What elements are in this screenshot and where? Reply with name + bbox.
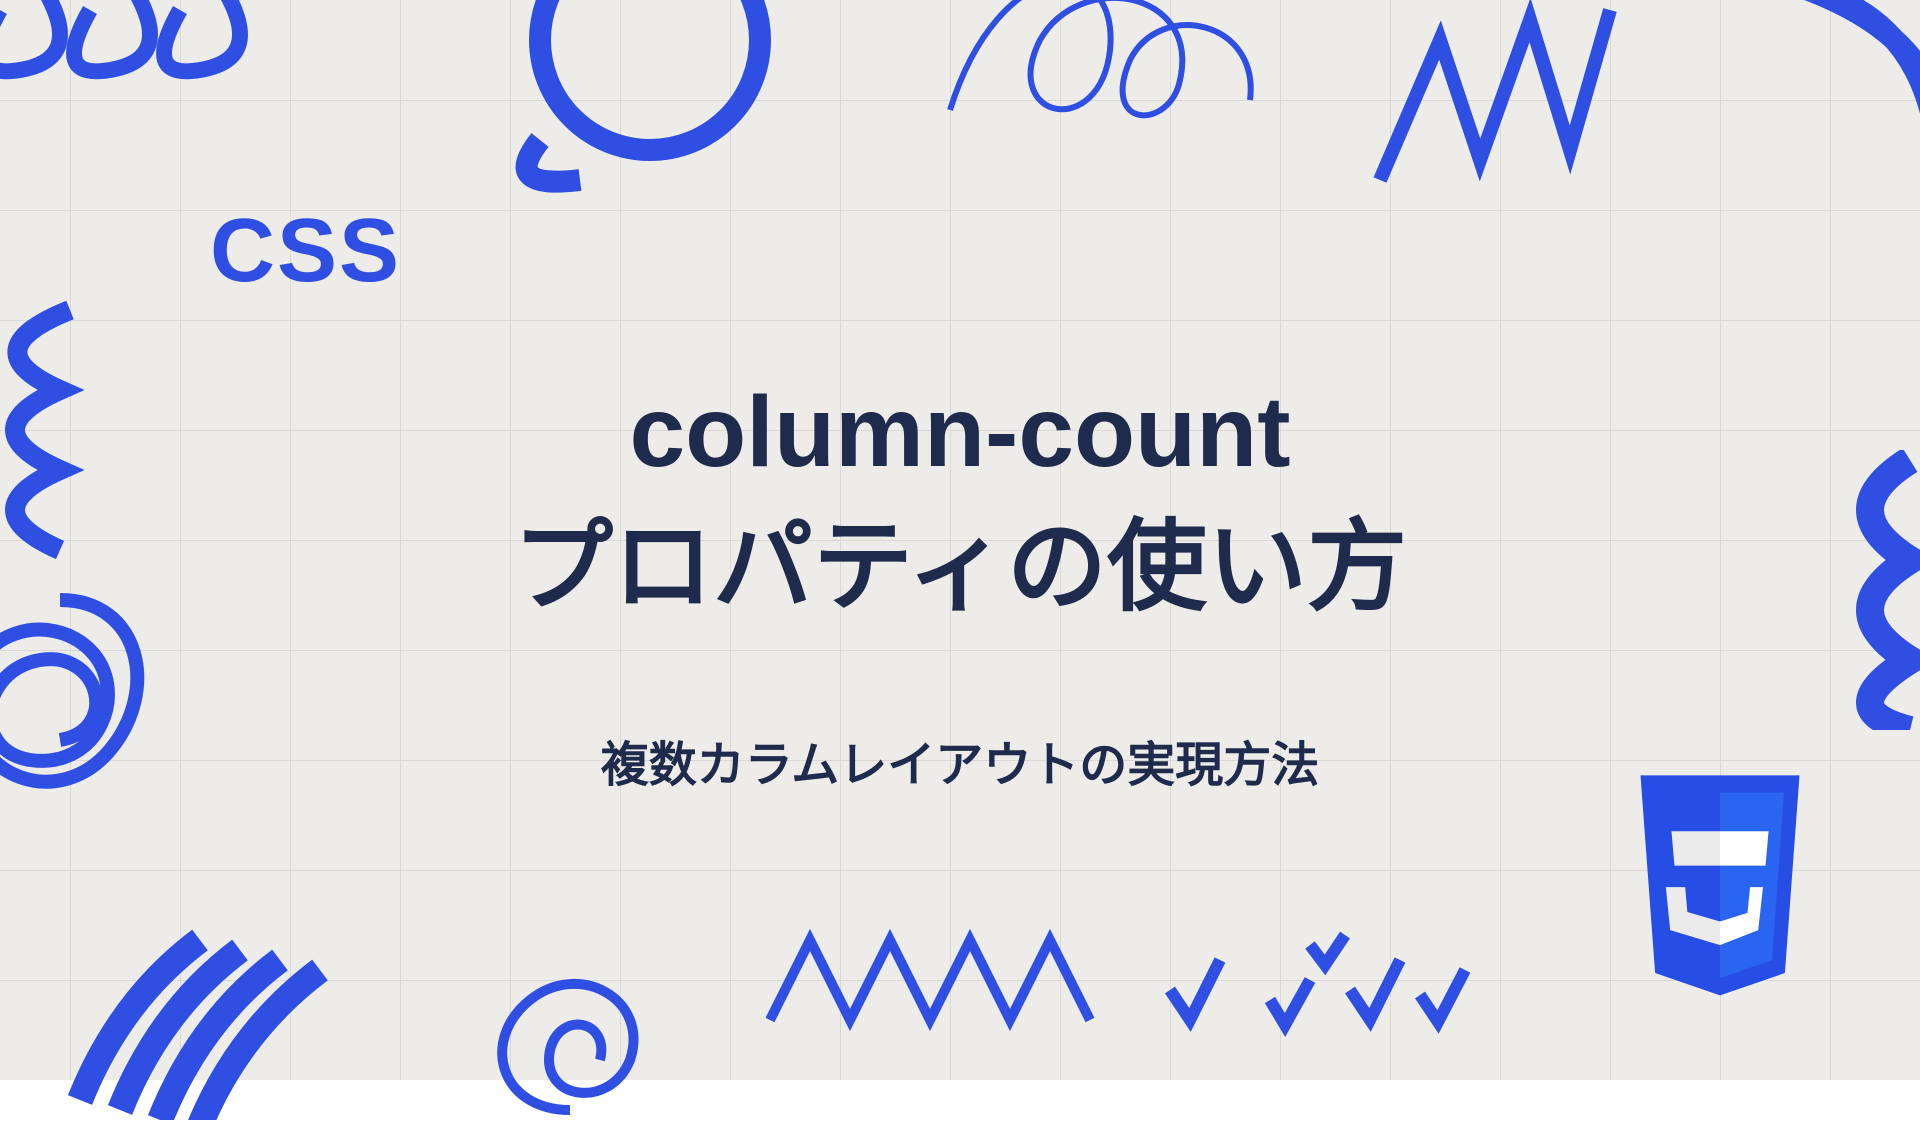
title-line-2: プロパティの使い方	[513, 511, 1407, 623]
page-title: column-count プロパティの使い方	[513, 365, 1407, 635]
page-subtitle: 複数カラムレイアウトの実現方法	[601, 725, 1320, 795]
content-area: CSS column-count プロパティの使い方 複数カラムレイアウトの実現…	[0, 0, 1920, 1080]
category-label: CSS	[210, 200, 401, 303]
title-line-1: column-count	[629, 376, 1290, 488]
